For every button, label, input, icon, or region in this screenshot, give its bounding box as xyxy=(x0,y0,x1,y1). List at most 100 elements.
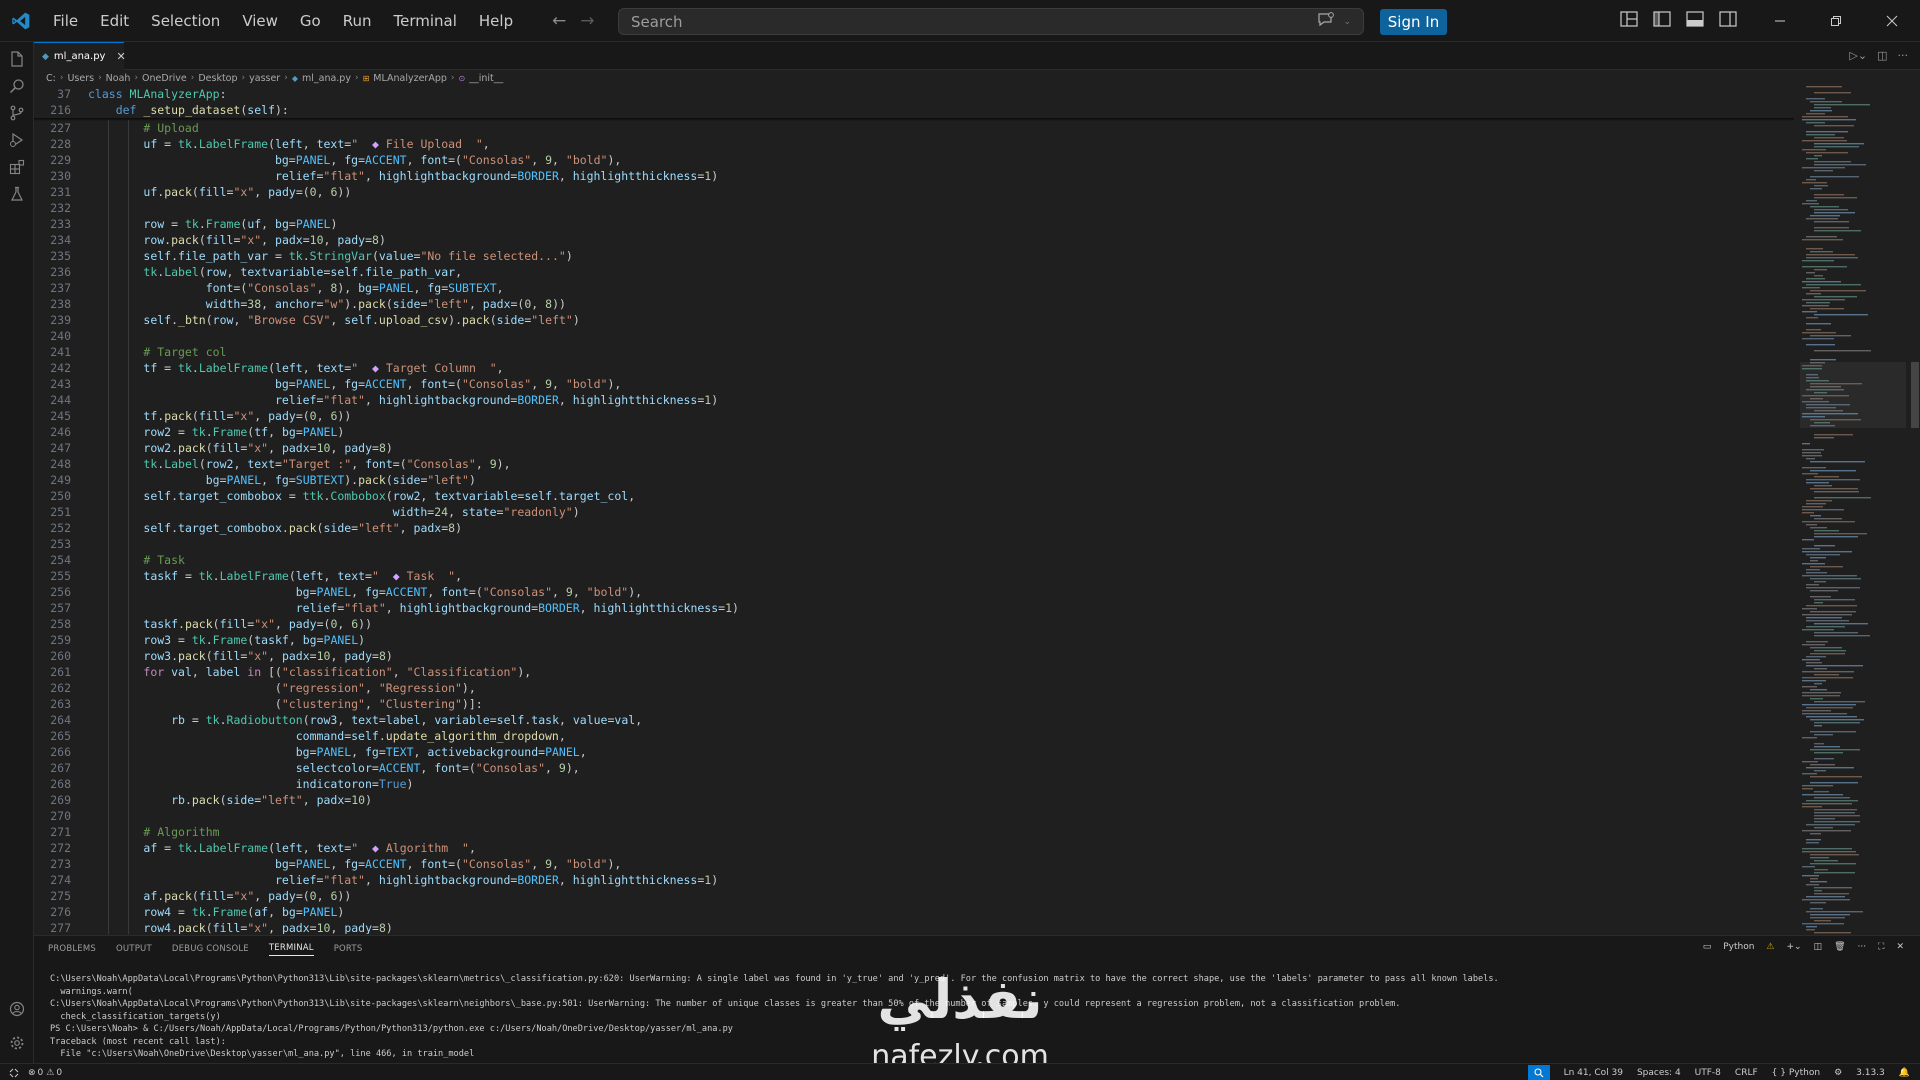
code-line[interactable]: 257 relief="flat", highlightbackground=B… xyxy=(34,600,1794,616)
code-line[interactable]: 258 taskf.pack(fill="x", pady=(0, 6)) xyxy=(34,616,1794,632)
code-line[interactable]: 253 xyxy=(34,536,1794,552)
tab-terminal[interactable]: TERMINAL xyxy=(268,943,314,956)
run-debug-icon[interactable] xyxy=(9,132,25,148)
code-line[interactable]: 274 relief="flat", highlightbackground=B… xyxy=(34,872,1794,888)
code-line[interactable]: 263 ("clustering", "Clustering")]: xyxy=(34,696,1794,712)
tab-output[interactable]: OUTPUT xyxy=(116,944,152,954)
command-center-search[interactable]: Search ⌄ xyxy=(618,8,1364,35)
back-arrow-icon[interactable]: ← xyxy=(552,11,566,31)
copilot-chat-icon[interactable] xyxy=(1317,12,1335,32)
minimize-icon[interactable] xyxy=(1752,0,1808,42)
code-line[interactable]: 236 tk.Label(row, textvariable=self.file… xyxy=(34,264,1794,280)
manage-gear-icon[interactable] xyxy=(9,1035,25,1051)
code-line[interactable]: 245 tf.pack(fill="x", pady=(0, 6)) xyxy=(34,408,1794,424)
tab-ports[interactable]: PORTS xyxy=(334,944,363,954)
accounts-icon[interactable] xyxy=(9,1001,25,1017)
code-line[interactable]: 275 af.pack(fill="x", pady=(0, 6)) xyxy=(34,888,1794,904)
code-line[interactable]: 261 for val, label in [("classification"… xyxy=(34,664,1794,680)
code-line[interactable]: 252 self.target_combobox.pack(side="left… xyxy=(34,520,1794,536)
code-line[interactable]: 235 self.file_path_var = tk.StringVar(va… xyxy=(34,248,1794,264)
code-line[interactable]: 231 uf.pack(fill="x", pady=(0, 6)) xyxy=(34,184,1794,200)
code-line[interactable]: 230 relief="flat", highlightbackground=B… xyxy=(34,168,1794,184)
close-tab-icon[interactable]: ✕ xyxy=(116,50,125,63)
error-count[interactable]: 0 xyxy=(38,1068,44,1078)
code-line[interactable]: 262 ("regression", "Regression"), xyxy=(34,680,1794,696)
split-editor-icon[interactable]: ◫ xyxy=(1877,49,1887,62)
toggle-panel-icon[interactable] xyxy=(1686,11,1704,31)
close-panel-icon[interactable]: ✕ xyxy=(1896,942,1904,952)
close-icon[interactable] xyxy=(1864,0,1920,42)
restore-icon[interactable] xyxy=(1808,0,1864,42)
menu-run[interactable]: Run xyxy=(332,0,383,42)
tab-debug-console[interactable]: DEBUG CONSOLE xyxy=(172,944,249,954)
code-line[interactable]: 241 # Target col xyxy=(34,344,1794,360)
minimap[interactable] xyxy=(1800,86,1906,934)
maximize-panel-icon[interactable]: ⛶ xyxy=(1878,942,1884,952)
python-version[interactable]: 3.13.3 xyxy=(1856,1068,1885,1078)
chevron-down-icon[interactable]: ⌄ xyxy=(1343,17,1351,27)
testing-flask-icon[interactable] xyxy=(9,186,25,202)
end-of-line[interactable]: CRLF xyxy=(1735,1068,1758,1078)
breadcrumb-item[interactable]: MLAnalyzerApp xyxy=(373,73,447,84)
code-line[interactable]: 216 def _setup_dataset(self): xyxy=(34,102,1794,118)
new-terminal-icon[interactable]: +⌄ xyxy=(1787,942,1802,952)
code-line[interactable]: 248 tk.Label(row2, text="Target :", font… xyxy=(34,456,1794,472)
extensions-icon[interactable] xyxy=(9,159,25,175)
menu-file[interactable]: File xyxy=(42,0,89,42)
code-line[interactable]: 247 row2.pack(fill="x", padx=10, pady=8) xyxy=(34,440,1794,456)
code-line[interactable]: 251 width=24, state="readonly") xyxy=(34,504,1794,520)
source-control-icon[interactable] xyxy=(9,105,25,121)
code-line[interactable]: 266 bg=PANEL, fg=TEXT, activebackground=… xyxy=(34,744,1794,760)
notifications-bell-icon[interactable]: 🔔 xyxy=(1899,1068,1910,1078)
file-encoding[interactable]: UTF-8 xyxy=(1695,1068,1721,1078)
menu-view[interactable]: View xyxy=(231,0,289,42)
breadcrumb-item[interactable]: Desktop xyxy=(198,73,237,84)
code-line[interactable]: 240 xyxy=(34,328,1794,344)
code-line[interactable]: 239 self._btn(row, "Browse CSV", self.up… xyxy=(34,312,1794,328)
code-line[interactable]: 227 # Upload xyxy=(34,120,1794,136)
remote-icon[interactable] xyxy=(0,1064,28,1080)
code-line[interactable]: 228 uf = tk.LabelFrame(left, text=" ◆ Fi… xyxy=(34,136,1794,152)
menu-help[interactable]: Help xyxy=(468,0,524,42)
breadcrumb-item[interactable]: C: xyxy=(46,73,56,84)
code-line[interactable]: 273 bg=PANEL, fg=ACCENT, font=("Consolas… xyxy=(34,856,1794,872)
zoom-search-icon[interactable] xyxy=(1527,1064,1550,1080)
code-line[interactable]: 276 row4 = tk.Frame(af, bg=PANEL) xyxy=(34,904,1794,920)
search-icon[interactable] xyxy=(9,78,25,94)
menu-go[interactable]: Go xyxy=(289,0,332,42)
python-env-icon[interactable]: ⚙ xyxy=(1834,1068,1842,1078)
breadcrumb-item[interactable]: Users xyxy=(67,73,94,84)
code-line[interactable]: 238 width=38, anchor="w").pack(side="lef… xyxy=(34,296,1794,312)
code-line[interactable]: 37 class MLAnalyzerApp: xyxy=(34,86,1794,102)
code-line[interactable]: 237 font=("Consolas", 8), bg=PANEL, fg=S… xyxy=(34,280,1794,296)
tab-problems[interactable]: PROBLEMS xyxy=(48,944,96,954)
sign-in-button[interactable]: Sign In xyxy=(1380,9,1447,35)
code-line[interactable]: 243 bg=PANEL, fg=ACCENT, font=("Consolas… xyxy=(34,376,1794,392)
code-line[interactable]: 233 row = tk.Frame(uf, bg=PANEL) xyxy=(34,216,1794,232)
code-line[interactable]: 242 tf = tk.LabelFrame(left, text=" ◆ Ta… xyxy=(34,360,1794,376)
breadcrumb-item[interactable]: __init__ xyxy=(469,73,503,84)
code-line[interactable]: 244 relief="flat", highlightbackground=B… xyxy=(34,392,1794,408)
language-mode[interactable]: { } Python xyxy=(1772,1068,1820,1078)
shell-label[interactable]: Python xyxy=(1723,942,1754,952)
scrollbar-thumb[interactable] xyxy=(1911,362,1919,428)
code-line[interactable]: 234 row.pack(fill="x", padx=10, pady=8) xyxy=(34,232,1794,248)
code-line[interactable]: 277 row4.pack(fill="x", padx=10, pady=8) xyxy=(34,920,1794,934)
cursor-position[interactable]: Ln 41, Col 39 xyxy=(1564,1068,1623,1078)
code-line[interactable]: 255 taskf = tk.LabelFrame(left, text=" ◆… xyxy=(34,568,1794,584)
code-editor[interactable]: 227 # Upload 228 uf = tk.LabelFrame(left,… xyxy=(34,86,1794,934)
code-line[interactable]: 269 rb.pack(side="left", padx=10) xyxy=(34,792,1794,808)
breadcrumb-item[interactable]: yasser xyxy=(249,73,280,84)
breadcrumb-item[interactable]: ml_ana.py xyxy=(302,73,351,84)
indentation[interactable]: Spaces: 4 xyxy=(1637,1068,1681,1078)
kill-terminal-trash-icon[interactable]: 🗑 xyxy=(1834,942,1845,952)
forward-arrow-icon[interactable]: → xyxy=(580,11,594,31)
errors-icon[interactable]: ⊗ xyxy=(28,1068,36,1078)
toggle-secondary-sidebar-icon[interactable] xyxy=(1719,11,1737,31)
customize-layout-icon[interactable] xyxy=(1620,11,1638,31)
menu-selection[interactable]: Selection xyxy=(140,0,231,42)
code-line[interactable]: 246 row2 = tk.Frame(tf, bg=PANEL) xyxy=(34,424,1794,440)
code-line[interactable]: 259 row3 = tk.Frame(taskf, bg=PANEL) xyxy=(34,632,1794,648)
code-line[interactable]: 254 # Task xyxy=(34,552,1794,568)
menu-terminal[interactable]: Terminal xyxy=(383,0,468,42)
